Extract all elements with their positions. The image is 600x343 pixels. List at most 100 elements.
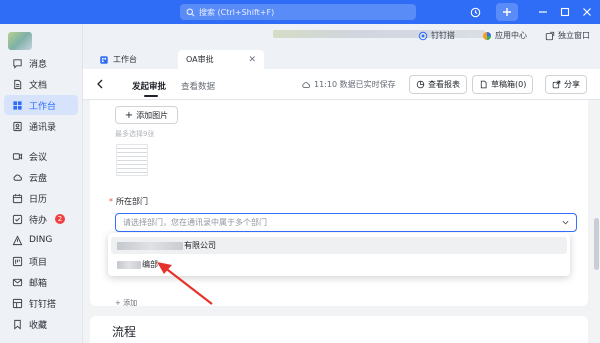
mail-icon (12, 278, 23, 286)
minimize-icon (539, 11, 547, 13)
close-window-button[interactable] (578, 3, 596, 21)
search-icon (186, 8, 195, 16)
sidebar-item-dingtalk-builder[interactable]: 钉钉搭 (4, 293, 78, 313)
report-icon (416, 80, 425, 89)
sidebar-item-meeting[interactable]: 会议 (4, 146, 78, 166)
workbench-tab-icon (100, 55, 108, 64)
sidebar-item-todo[interactable]: 待办 2 (4, 209, 78, 229)
draft-icon (480, 80, 487, 89)
title-bar: 搜索 (Ctrl+Shift+F) (0, 0, 600, 24)
sidebar-item-label: DING (29, 235, 53, 245)
document-icon (14, 79, 22, 89)
history-button[interactable] (466, 3, 484, 21)
scrollbar[interactable] (593, 100, 600, 343)
sidebar-item-calendar[interactable]: 日历 (4, 188, 78, 208)
search-placeholder: 搜索 (Ctrl+Shift+F) (199, 7, 275, 17)
department-option[interactable]: 有限公司 (111, 237, 567, 254)
sidebar-item-label: 收藏 (29, 320, 48, 331)
dingtalk-builder-icon (12, 298, 23, 308)
tab-workbench[interactable]: 工作台 (91, 50, 175, 69)
share-label: 分享 (564, 80, 580, 89)
contacts-icon (13, 121, 22, 131)
history-icon (470, 7, 480, 17)
department-placeholder: 请选择部门，您在通讯录中属于多个部门 (123, 218, 267, 227)
todo-count-badge: 2 (55, 214, 66, 224)
sidebar-item-project[interactable]: 项目 (4, 251, 78, 271)
process-title: 流程 (112, 325, 137, 339)
favorites-icon (14, 319, 21, 330)
sidebar-item-label: 会议 (29, 152, 48, 163)
sidebar-item-cloud-drive[interactable]: 云盘 (4, 167, 78, 187)
workbench-icon (13, 100, 22, 110)
close-icon (583, 8, 591, 16)
sidebar-item-label: 文档 (29, 80, 48, 91)
maximize-icon (560, 7, 570, 17)
annotation-arrow-icon (157, 262, 213, 305)
project-icon (12, 256, 23, 266)
redacted-text (117, 260, 141, 269)
dingtalk-builder-link[interactable]: 钉钉搭 (418, 30, 455, 41)
approval-header: 发起审批 查看数据 11:10 数据已实时保存 查看报表 草稿箱(0) 分享 (83, 69, 600, 100)
tab-oa-approval[interactable]: OA审批 ✕ (178, 50, 264, 69)
scrollbar-thumb[interactable] (594, 218, 599, 270)
independent-window-link[interactable]: 独立窗口 (545, 30, 590, 41)
minimize-button[interactable] (534, 3, 552, 21)
sidebar-item-label: 日历 (29, 194, 48, 205)
maximize-button[interactable] (556, 3, 574, 21)
sidebar-item-label: 项目 (29, 257, 48, 268)
share-button[interactable]: 分享 (545, 75, 587, 94)
global-search-input[interactable]: 搜索 (Ctrl+Shift+F) (180, 4, 416, 20)
tab-strip: 钉钉搭 应用中心 独立窗口 工作台 OA审批 ✕ (83, 24, 600, 69)
department-select[interactable]: 请选择部门，您在通讯录中属于多个部门 (115, 213, 577, 232)
tab-label: 工作台 (113, 55, 137, 64)
add-link[interactable]: + 添加 (115, 298, 137, 308)
back-arrow-icon[interactable] (95, 78, 105, 90)
sidebar-item-messages[interactable]: 消息 (4, 53, 78, 73)
save-status: 11:10 数据已实时保存 (301, 79, 396, 90)
sidebar-item-label: 待办 (29, 215, 48, 226)
drafts-button[interactable]: 草稿箱(0) (472, 75, 534, 94)
add-image-button[interactable]: + 添加图片 (115, 106, 178, 124)
calendar-icon (12, 193, 23, 203)
create-new-button[interactable] (496, 3, 518, 21)
app-center-link[interactable]: 应用中心 (482, 30, 527, 41)
left-sidebar: 消息 文档 工作台 通讯录 会议 云盘 日历 待办 2 DING 项目 邮箱 钉… (0, 24, 83, 343)
sidebar-item-label: 邮箱 (29, 278, 48, 289)
plus-icon (503, 8, 511, 16)
department-field-label: * 所在部门 (109, 196, 148, 207)
required-marker: * (109, 197, 113, 206)
sidebar-item-label: 消息 (29, 59, 48, 70)
process-section: 流程 (90, 316, 588, 343)
sidebar-item-contacts[interactable]: 通讯录 (4, 116, 78, 136)
dingtalk-builder-label: 钉钉搭 (431, 31, 455, 40)
app-center-label: 应用中心 (495, 31, 527, 40)
app-center-icon (483, 31, 491, 40)
sidebar-item-docs[interactable]: 文档 (4, 74, 78, 94)
meeting-icon (12, 152, 23, 160)
chevron-down-icon (562, 220, 569, 225)
save-status-text: 11:10 数据已实时保存 (314, 80, 396, 89)
sidebar-item-label: 钉钉搭 (29, 299, 57, 310)
tab-initiate-approval[interactable]: 发起审批 (132, 80, 166, 92)
uploaded-image-thumbnail[interactable] (116, 144, 148, 176)
avatar[interactable] (8, 32, 32, 50)
tab-view-data[interactable]: 查看数据 (181, 80, 215, 92)
redacted-text (117, 241, 183, 250)
tab-label: OA审批 (186, 55, 214, 64)
view-report-button[interactable]: 查看报表 (409, 75, 467, 94)
sidebar-item-mail[interactable]: 邮箱 (4, 272, 78, 292)
sidebar-item-label: 通讯录 (29, 122, 57, 133)
independent-window-label: 独立窗口 (558, 31, 590, 40)
add-image-label: 添加图片 (136, 110, 169, 120)
cloud-drive-icon (13, 174, 22, 181)
cloud-saved-icon (302, 82, 311, 88)
sidebar-item-workbench[interactable]: 工作台 (4, 95, 78, 115)
tab-close-icon[interactable]: ✕ (248, 55, 256, 65)
active-tab-indicator (144, 95, 158, 97)
sidebar-item-ding[interactable]: DING (4, 230, 78, 250)
message-icon (13, 58, 22, 69)
department-option-text: 有限公司 (184, 241, 216, 250)
todo-icon (12, 214, 23, 224)
add-link-label: 添加 (123, 299, 138, 307)
sidebar-item-favorites[interactable]: 收藏 (4, 314, 78, 334)
